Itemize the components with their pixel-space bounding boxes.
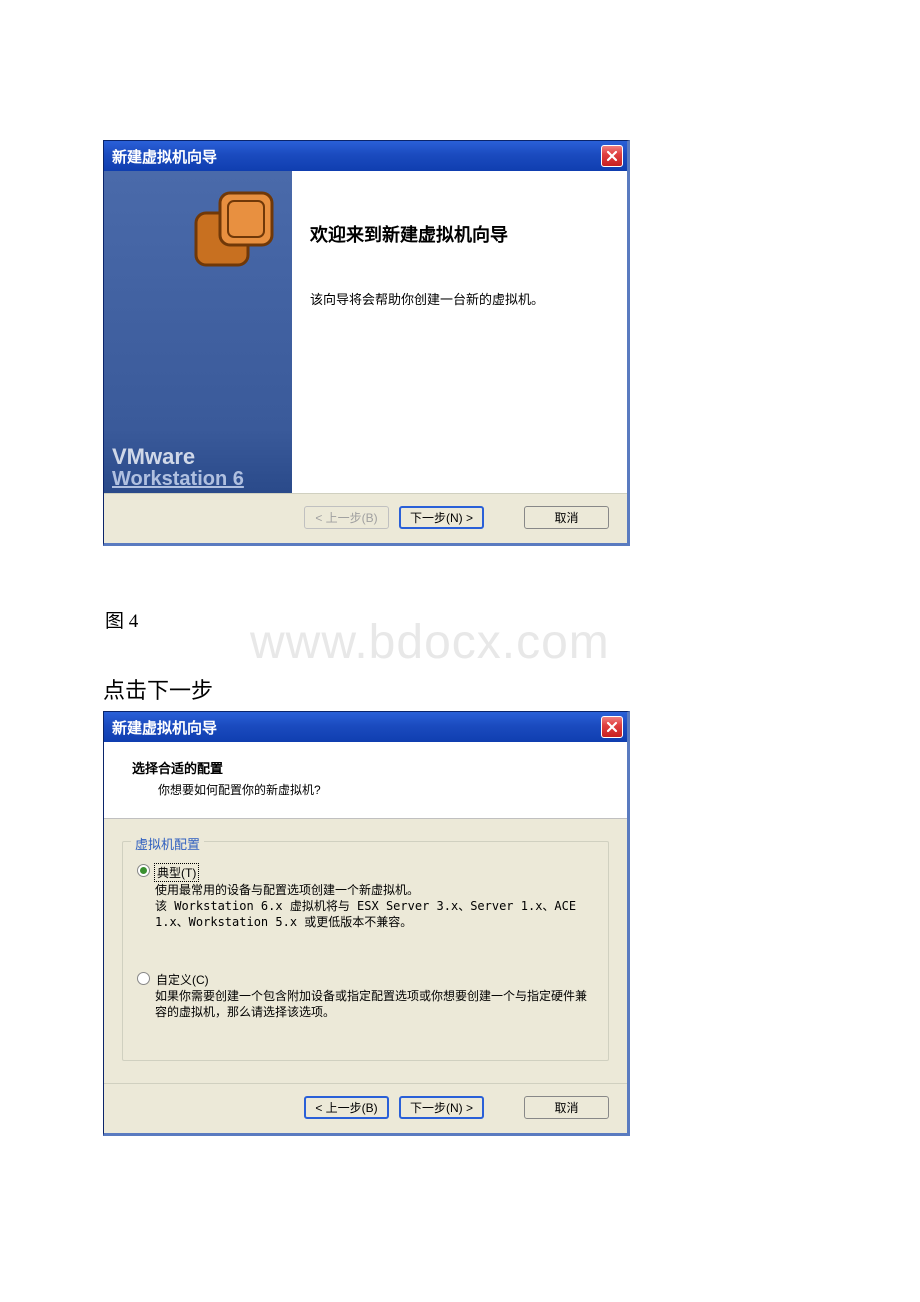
- wizard-main-panel: 欢迎来到新建虚拟机向导 该向导将会帮助你创建一台新的虚拟机。: [292, 171, 627, 493]
- title-bar: 新建虚拟机向导: [104, 141, 627, 171]
- custom-option-group: 自定义(C) 如果你需要创建一个包含附加设备或指定配置选项或你想要创建一个与指定…: [137, 971, 594, 1020]
- cancel-button[interactable]: 取消: [524, 506, 609, 529]
- typical-radio[interactable]: [137, 864, 150, 877]
- typical-option-group: 典型(T) 使用最常用的设备与配置选项创建一个新虚拟机。 该 Workstati…: [137, 863, 594, 931]
- custom-radio-label[interactable]: 自定义(C): [154, 971, 211, 988]
- back-button: < 上一步(B): [304, 506, 389, 529]
- vm-config-fieldset: 虚拟机配置 典型(T) 使用最常用的设备与配置选项创建一个新虚拟机。 该 Wor…: [122, 841, 609, 1061]
- wizard-footer: < 上一步(B) 下一步(N) > 取消: [104, 493, 627, 543]
- custom-desc: 如果你需要创建一个包含附加设备或指定配置选项或你想要创建一个与指定硬件兼容的虚拟…: [155, 988, 594, 1020]
- config-subheading: 你想要如何配置你的新虚拟机?: [158, 781, 607, 798]
- back-button[interactable]: < 上一步(B): [304, 1096, 389, 1119]
- new-vm-wizard-dialog-1: 新建虚拟机向导 VMware Workstation 6: [103, 140, 630, 546]
- typical-radio-label[interactable]: 典型(T): [154, 863, 199, 882]
- config-heading: 选择合适的配置: [132, 758, 607, 777]
- wizard-header: 选择合适的配置 你想要如何配置你的新虚拟机?: [104, 742, 627, 819]
- wizard-body: 虚拟机配置 典型(T) 使用最常用的设备与配置选项创建一个新虚拟机。 该 Wor…: [104, 819, 627, 1083]
- instruction-text: 点击下一步: [103, 673, 920, 705]
- dialog-title: 新建虚拟机向导: [112, 146, 601, 167]
- typical-desc-line1: 使用最常用的设备与配置选项创建一个新虚拟机。: [155, 882, 594, 898]
- welcome-heading: 欢迎来到新建虚拟机向导: [310, 221, 607, 247]
- wizard-sidebar: VMware Workstation 6: [104, 171, 292, 493]
- custom-radio[interactable]: [137, 972, 150, 985]
- close-icon: [606, 721, 618, 733]
- close-icon: [606, 150, 618, 162]
- close-button[interactable]: [601, 716, 623, 738]
- welcome-description: 该向导将会帮助你创建一台新的虚拟机。: [310, 289, 607, 308]
- new-vm-wizard-dialog-2: 新建虚拟机向导 选择合适的配置 你想要如何配置你的新虚拟机? 虚拟机配置 典型(…: [103, 711, 630, 1136]
- dialog-title: 新建虚拟机向导: [112, 717, 601, 738]
- title-bar: 新建虚拟机向导: [104, 712, 627, 742]
- close-button[interactable]: [601, 145, 623, 167]
- vmware-logo-icon: [184, 181, 284, 281]
- cancel-button[interactable]: 取消: [524, 1096, 609, 1119]
- next-button[interactable]: 下一步(N) >: [399, 506, 484, 529]
- fieldset-legend: 虚拟机配置: [131, 834, 204, 853]
- sidebar-product: Workstation 6: [112, 468, 244, 491]
- sidebar-brand: VMware: [112, 446, 244, 468]
- figure-label: 图 4: [105, 606, 920, 633]
- wizard-footer: < 上一步(B) 下一步(N) > 取消: [104, 1083, 627, 1133]
- next-button[interactable]: 下一步(N) >: [399, 1096, 484, 1119]
- typical-desc-line2: 该 Workstation 6.x 虚拟机将与 ESX Server 3.x、S…: [155, 898, 594, 930]
